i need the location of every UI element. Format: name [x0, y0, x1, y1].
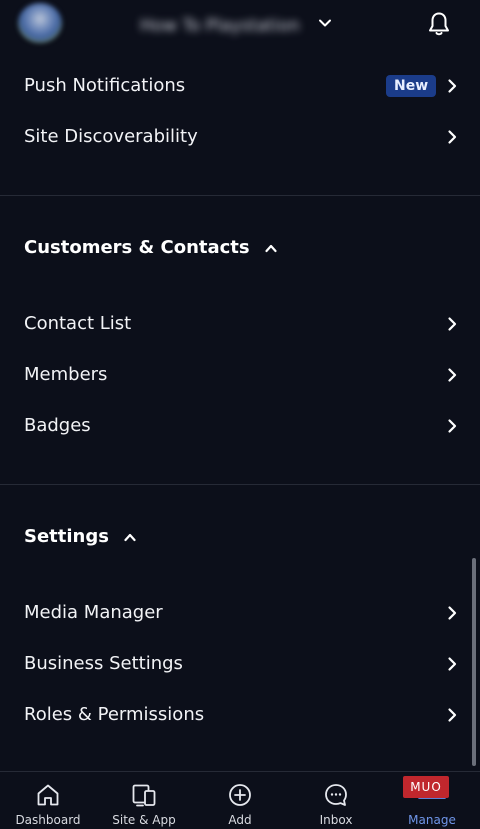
chevron-right-icon: [448, 317, 457, 331]
chevron-right-icon: [448, 368, 457, 382]
site-avatar[interactable]: [18, 3, 62, 43]
menu-item-label: Members: [24, 364, 108, 385]
site-title[interactable]: How To Playstation: [140, 12, 312, 40]
chevron-down-icon[interactable]: [317, 15, 333, 31]
chevron-right-icon: [448, 708, 457, 722]
chevron-right-icon: [448, 606, 457, 620]
manage-screen: How To Playstation Push Notifications Ne…: [0, 0, 480, 829]
menu-item-contact-list[interactable]: Contact List: [0, 302, 480, 346]
chevron-up-icon: [265, 244, 277, 253]
tab-label: Add: [228, 813, 252, 827]
section-title: Customers & Contacts: [24, 237, 250, 258]
add-circle-icon: [229, 784, 251, 806]
home-icon: [37, 784, 59, 806]
tab-dashboard[interactable]: Dashboard: [0, 772, 96, 829]
menu-item-label: Media Manager: [24, 602, 163, 623]
section-header-customers-contacts[interactable]: Customers & Contacts: [24, 233, 278, 263]
tab-site-app[interactable]: Site & App: [96, 772, 192, 829]
section-divider: [0, 484, 480, 485]
new-badge: New: [386, 75, 437, 97]
chat-icon: [325, 784, 347, 806]
menu-item-label: Roles & Permissions: [24, 704, 205, 725]
menu-item-business-settings[interactable]: Business Settings: [0, 642, 480, 686]
tab-label: Inbox: [319, 813, 353, 827]
menu-item-label: Push Notifications: [24, 75, 186, 96]
top-header: How To Playstation: [0, 0, 480, 50]
section-divider: [0, 195, 480, 196]
muo-watermark: MUO: [403, 776, 449, 798]
notification-bell-icon[interactable]: [427, 11, 451, 37]
menu-item-badges[interactable]: Badges: [0, 404, 480, 448]
chevron-up-icon: [124, 533, 136, 542]
tab-label: Dashboard: [15, 813, 81, 827]
menu-item-label: Badges: [24, 415, 91, 436]
chevron-right-icon: [448, 657, 457, 671]
section-title: Settings: [24, 526, 109, 547]
tab-label: Site & App: [112, 813, 176, 827]
menu-item-site-discoverability[interactable]: Site Discoverability: [0, 115, 480, 159]
tab-add[interactable]: Add: [192, 772, 288, 829]
menu-item-push-notifications[interactable]: Push Notifications New: [0, 64, 480, 108]
section-header-settings[interactable]: Settings: [24, 522, 137, 552]
menu-item-label: Site Discoverability: [24, 126, 198, 147]
chevron-right-icon: [448, 130, 457, 144]
tab-label: Manage: [408, 813, 456, 827]
menu-item-label: Contact List: [24, 313, 132, 334]
menu-item-media-manager[interactable]: Media Manager: [0, 591, 480, 635]
menu-item-roles-permissions[interactable]: Roles & Permissions: [0, 693, 480, 737]
menu-item-label: Business Settings: [24, 653, 183, 674]
scrollbar[interactable]: [472, 558, 476, 766]
tab-inbox[interactable]: Inbox: [288, 772, 384, 829]
chevron-right-icon: [448, 79, 457, 93]
menu-item-members[interactable]: Members: [0, 353, 480, 397]
devices-icon: [132, 784, 156, 807]
chevron-right-icon: [448, 419, 457, 433]
